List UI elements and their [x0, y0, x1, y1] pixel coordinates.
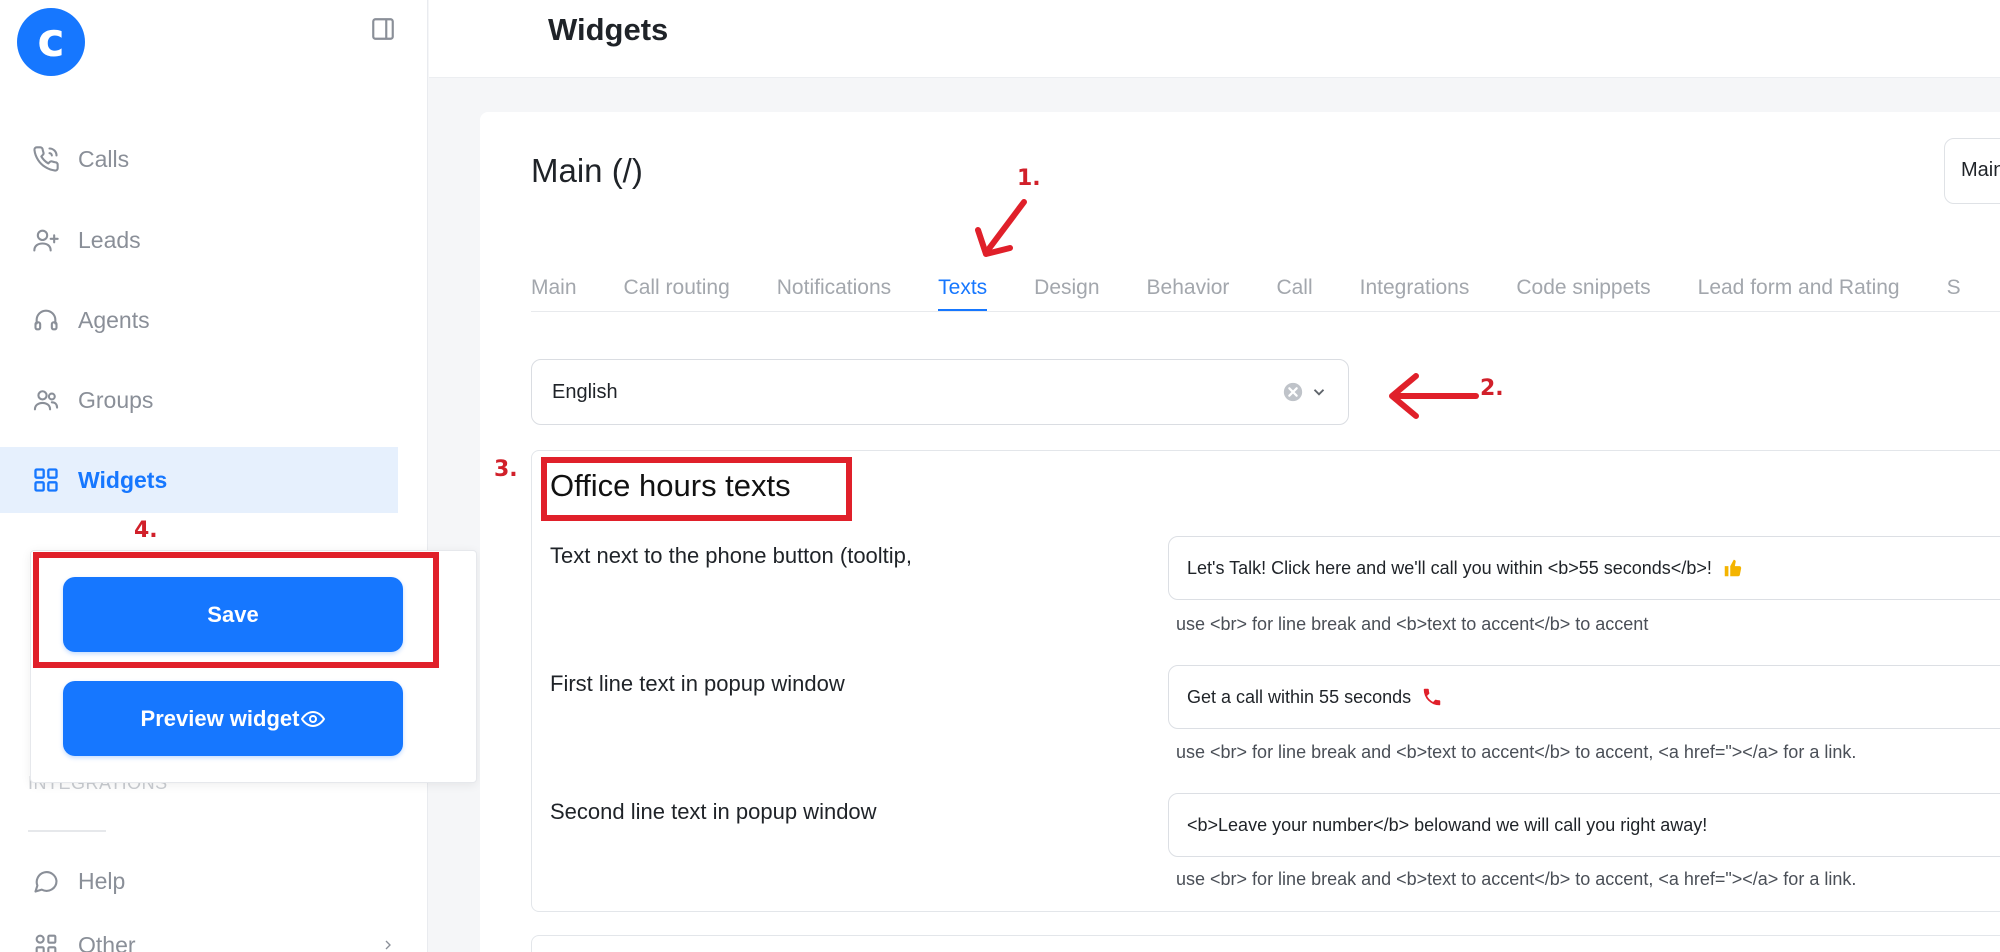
section-title: Office hours texts	[550, 468, 791, 503]
sidebar-divider	[28, 830, 106, 832]
tab-code-snippets[interactable]: Code snippets	[1516, 260, 1650, 311]
next-section	[531, 935, 2000, 952]
tab-behavior[interactable]: Behavior	[1147, 260, 1230, 311]
office-hours-texts-section: Office hours texts Text next to the phon…	[531, 450, 2000, 912]
grid-icon	[34, 468, 58, 492]
sidebar-item-groups[interactable]: Groups	[0, 367, 398, 433]
second-line-hint: use <br> for line break and <b>text to a…	[1176, 869, 1857, 889]
second-line-text-input[interactable]: <b>Leave your number</b> belowand we wil…	[1168, 793, 2000, 857]
annotation-label-3: 3.	[494, 457, 518, 482]
field-label-tooltip: Text next to the phone button (tooltip,	[550, 543, 913, 568]
first-line-text-value: Get a call within 55 seconds	[1187, 686, 1412, 707]
clear-icon[interactable]	[1282, 381, 1304, 403]
tab-integrations[interactable]: Integrations	[1360, 260, 1470, 311]
second-line-text-value: <b>Leave your number</b> belowand we wil…	[1187, 814, 1708, 835]
sidebar: c Calls Leads Agents Groups Widgets INTE…	[0, 0, 428, 952]
sidebar-item-agents[interactable]: Agents	[0, 287, 398, 353]
phone-icon	[33, 146, 59, 172]
eye-icon	[301, 710, 326, 727]
user-plus-icon	[33, 229, 59, 252]
widget-title: Main (/)	[531, 152, 643, 189]
sidebar-item-label: Help	[78, 867, 126, 894]
widget-action-card: Save Preview widget	[30, 550, 477, 783]
sidebar-item-label: Other	[78, 931, 136, 952]
page-title: Widgets	[548, 12, 669, 47]
tab-call[interactable]: Call	[1276, 260, 1312, 311]
app-logo[interactable]: c	[17, 8, 85, 76]
tooltip-text-input[interactable]: Let's Talk! Click here and we'll call yo…	[1168, 536, 2000, 600]
annotation-label-1: 1.	[1017, 166, 1041, 191]
sidebar-item-label: Widgets	[78, 466, 168, 493]
annotation-label-4: 4.	[134, 518, 158, 543]
sidebar-item-label: Groups	[78, 386, 154, 413]
tooltip-text-value: Let's Talk! Click here and we'll call yo…	[1187, 557, 1712, 578]
sidebar-item-help[interactable]: Help	[0, 848, 398, 914]
first-line-hint: use <br> for line break and <b>text to a…	[1176, 742, 1857, 762]
field-label-first-line: First line text in popup window	[550, 671, 845, 696]
phone-receiver-icon	[1423, 688, 1441, 706]
tab-lead-form-rating[interactable]: Lead form and Rating	[1698, 260, 1900, 311]
tooltip-hint: use <br> for line break and <b>text to a…	[1176, 614, 1649, 634]
sidebar-item-widgets[interactable]: Widgets	[0, 447, 398, 513]
chevron-right-icon	[385, 940, 391, 950]
sidebar-item-label: Leads	[78, 226, 141, 253]
save-button[interactable]: Save	[63, 577, 403, 652]
tab-main[interactable]: Main	[531, 260, 577, 311]
tab-more[interactable]: S	[1947, 260, 1961, 311]
settings-tabs: Main Call routing Notifications Texts De…	[531, 260, 2000, 312]
sidebar-item-leads[interactable]: Leads	[0, 207, 398, 273]
tab-texts[interactable]: Texts	[938, 260, 988, 311]
tab-notifications[interactable]: Notifications	[777, 260, 891, 311]
field-label-second-line: Second line text in popup window	[550, 799, 877, 824]
sidebar-item-label: Agents	[78, 306, 150, 333]
thumbs-up-icon	[1724, 559, 1742, 577]
chat-icon	[34, 871, 58, 893]
sidebar-item-label: Calls	[78, 145, 130, 172]
apps-icon	[35, 934, 57, 952]
widget-select[interactable]: Main	[1944, 138, 2000, 204]
language-select[interactable]: English	[531, 359, 1349, 425]
users-icon	[33, 390, 59, 411]
annotation-label-2: 2.	[1480, 376, 1504, 401]
sidebar-item-calls[interactable]: Calls	[0, 126, 398, 192]
first-line-text-input[interactable]: Get a call within 55 seconds	[1168, 665, 2000, 729]
headset-icon	[34, 309, 58, 331]
sidebar-item-other[interactable]: Other	[0, 912, 398, 952]
widget-settings-card: Main (/) Main Main Call routing Notifica…	[480, 112, 2000, 952]
top-header: Widgets	[429, 0, 2000, 78]
tab-call-routing[interactable]: Call routing	[624, 260, 730, 311]
sidebar-collapse-icon[interactable]	[370, 16, 396, 42]
tab-design[interactable]: Design	[1034, 260, 1099, 311]
language-select-value: English	[552, 380, 618, 403]
chevron-down-icon[interactable]	[1310, 383, 1328, 401]
preview-widget-button[interactable]: Preview widget	[63, 681, 403, 756]
preview-widget-label: Preview widget	[140, 705, 300, 731]
